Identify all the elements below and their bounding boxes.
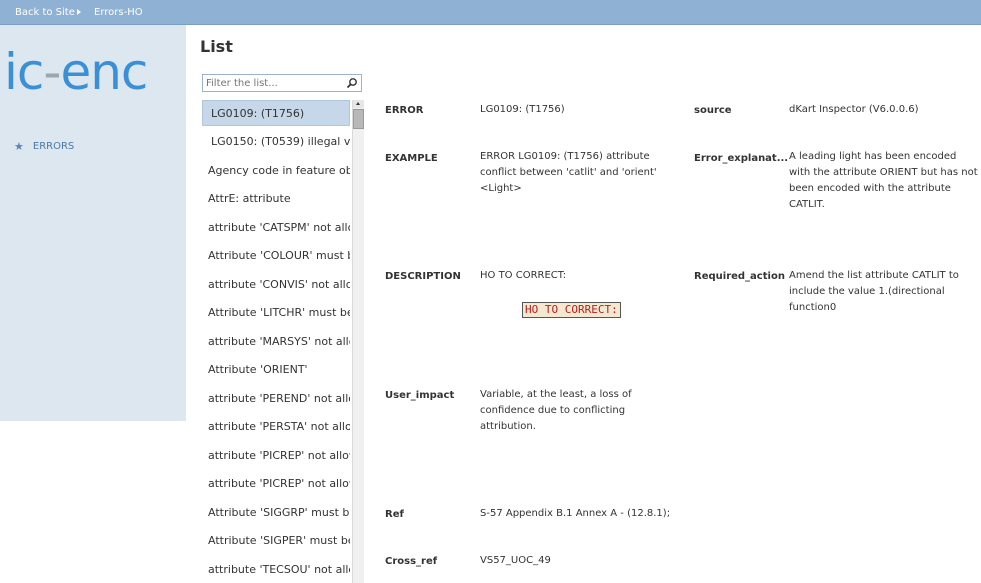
error-explanation-label: Error_explanat... [694, 153, 789, 164]
source-value: dKart Inspector (V6.0.0.6) [789, 104, 919, 115]
error-explanation-value: A leading light has been encoded with th… [789, 151, 978, 210]
list-item[interactable]: Attribute 'SIGGRP' must be given [202, 500, 350, 526]
back-to-site-link[interactable]: Back to Site [15, 7, 75, 18]
list-item[interactable]: Attribute 'COLOUR' must be given [202, 243, 350, 269]
required-action-value: Amend the list attribute CATLIT to inclu… [789, 270, 959, 313]
breadcrumb-arrow-icon [77, 9, 81, 15]
user-impact-value: Variable, at the least, a loss of confid… [480, 389, 632, 432]
sidebar: ic-enc ★ ERRORS [0, 25, 186, 421]
example-value: ERROR LG0109: (T1756) attribute conflict… [480, 151, 657, 194]
list-item[interactable]: Attribute 'LITCHR' must be given [202, 300, 350, 326]
cross-ref-label: Cross_ref [385, 556, 438, 567]
error-value: LG0109: (T1756) [480, 104, 565, 115]
user-impact-label: User_impact [385, 390, 455, 401]
site-logo[interactable]: ic-enc [4, 47, 148, 97]
list-item[interactable]: attribute 'PICREP' not allowed [202, 443, 350, 469]
scroll-thumb[interactable] [353, 109, 364, 129]
ref-value: S-57 Appendix B.1 Annex A - (12.8.1); [480, 508, 671, 519]
ref-label: Ref [385, 509, 404, 520]
list-item[interactable]: attribute 'MARSYS' not allowed [202, 329, 350, 355]
top-navigation-bar: Back to Site Errors-HO [0, 0, 981, 25]
sidebar-item-errors[interactable]: ★ ERRORS [14, 140, 74, 153]
example-label: EXAMPLE [385, 153, 438, 164]
error-label: ERROR [385, 105, 424, 116]
search-icon[interactable] [346, 77, 358, 89]
list-item[interactable]: attribute 'CONVIS' not allowed [202, 272, 350, 298]
error-list: LG0109: (T1756) LG0150: (T0539) illegal … [202, 100, 364, 583]
filter-input[interactable] [206, 76, 344, 90]
list-item[interactable]: attribute 'TECSOU' not allowed [202, 557, 350, 583]
list-scrollbar[interactable] [352, 100, 364, 583]
required-action-label: Required_action [694, 271, 785, 282]
list-item[interactable]: Attribute 'ORIENT' [202, 357, 350, 383]
list-item[interactable]: attribute 'PICREP' not allowed [202, 471, 350, 497]
list-item[interactable]: attribute 'PERSTA' not allowed [202, 414, 350, 440]
list-item[interactable]: attribute 'PEREND' not allowed [202, 386, 350, 412]
filter-box [202, 74, 362, 92]
cross-ref-value: VS57_UOC_49 [480, 555, 551, 566]
breadcrumb-current[interactable]: Errors-HO [94, 7, 143, 18]
list-item[interactable]: LG0150: (T0539) illegal value [202, 129, 350, 155]
list-item[interactable]: Attribute 'SIGPER' must be given [202, 528, 350, 554]
list-title: List [200, 37, 233, 56]
list-item[interactable]: AttrE: attribute [202, 186, 350, 212]
description-value: HO TO CORRECT: [480, 270, 567, 281]
description-image: HO TO CORRECT: [522, 302, 621, 318]
scroll-up-arrow-icon[interactable] [353, 100, 364, 108]
list-item-selected[interactable]: LG0109: (T1756) [202, 100, 350, 126]
star-icon: ★ [14, 140, 24, 153]
source-label: source [694, 105, 732, 116]
list-item[interactable]: Agency code in feature object [202, 158, 350, 184]
sidebar-item-label: ERRORS [32, 141, 75, 152]
description-label: DESCRIPTION [385, 271, 461, 282]
list-item[interactable]: attribute 'CATSPM' not allowed [202, 215, 350, 241]
